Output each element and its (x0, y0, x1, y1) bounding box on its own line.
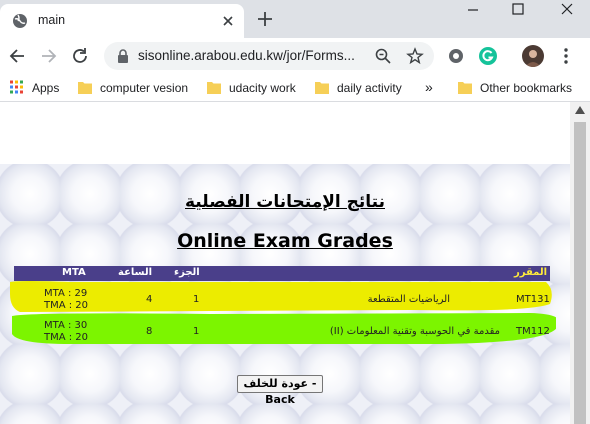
course-name-cell: مقدمة في الحوسبة وتقنية المعلومات (II) (329, 326, 500, 337)
forward-arrow-icon[interactable] (38, 46, 58, 66)
grammarly-icon[interactable] (478, 46, 498, 66)
globe-icon (13, 14, 27, 28)
bookmark-star-icon[interactable] (406, 47, 424, 65)
extension-icon[interactable] (446, 46, 466, 66)
bookmark-label: Other bookmarks (480, 81, 573, 95)
close-window-icon[interactable] (544, 0, 590, 30)
folder-icon (458, 82, 472, 94)
back-button[interactable]: عودة للخلف - Back (237, 375, 323, 406)
maximize-icon[interactable] (496, 0, 542, 30)
folder-icon (78, 82, 92, 94)
hours-cell: 8 (146, 326, 153, 337)
header-hours: الساعة (118, 267, 153, 278)
bookmark-apps[interactable]: Apps (10, 79, 70, 97)
course-code-cell: TM112 (516, 326, 550, 337)
page-title-english: Online Exam Grades (177, 230, 393, 252)
header-mta: MTA (62, 267, 86, 278)
bookmarks-overflow-button[interactable]: » (425, 79, 439, 97)
bookmark-label: Apps (32, 81, 60, 95)
minimize-icon[interactable] (450, 0, 496, 30)
apps-grid-icon (10, 80, 23, 94)
header-course: المقرر (514, 267, 548, 278)
bookmark-other-bookmarks[interactable]: Other bookmarks (458, 79, 578, 97)
table-row: MTA : 29 TMA : 20 4 1 الرياضيات المتقطعة… (14, 286, 550, 316)
new-tab-icon[interactable] (256, 10, 274, 28)
header-part: الجزء (174, 267, 200, 278)
folder-icon (315, 82, 329, 94)
back-arrow-icon[interactable] (8, 46, 28, 66)
page-content: نتائج الإمتحانات الفصلية Online Exam Gra… (0, 102, 570, 424)
tma-score: TMA : 20 (44, 332, 89, 343)
bookmark-daily-activity[interactable]: daily activity (315, 79, 415, 97)
browser-toolbar: sisonline.arabou.edu.kw/jor/Forms... (0, 38, 590, 74)
part-cell: 1 (193, 294, 200, 305)
reload-icon[interactable] (70, 46, 90, 66)
more-menu-icon[interactable] (556, 46, 576, 66)
scrollbar-thumb[interactable] (574, 122, 586, 424)
tab-title: main (38, 13, 66, 27)
avatar-icon (525, 50, 541, 67)
close-tab-icon[interactable] (220, 13, 236, 29)
tma-score: TMA : 20 (44, 300, 89, 311)
profile-avatar[interactable] (522, 45, 544, 67)
bookmark-label: daily activity (337, 81, 402, 95)
page-title-arabic: نتائج الإمتحانات الفصلية (185, 192, 385, 212)
tab-strip: main (0, 0, 590, 38)
course-name-cell: الرياضيات المتقطعة (367, 294, 450, 305)
chevron-double-icon: » (425, 79, 433, 95)
zoom-icon[interactable] (374, 47, 392, 65)
browser-tab[interactable]: main (0, 4, 244, 38)
course-code-cell: MT131 (516, 294, 550, 305)
bookmark-label: udacity work (229, 81, 296, 95)
bookmark-label: computer vesion (100, 81, 189, 95)
scroll-up-arrow-icon[interactable] (575, 106, 585, 114)
part-cell: 1 (193, 326, 200, 337)
mta-score: MTA : 29 (44, 288, 88, 299)
hours-cell: 4 (146, 294, 153, 305)
bookmarks-bar: Apps computer vesion udacity work daily … (0, 74, 590, 102)
page-scrollbar[interactable] (570, 102, 590, 424)
mta-score: MTA : 30 (44, 320, 88, 331)
folder-icon (207, 82, 221, 94)
lock-icon[interactable] (116, 48, 130, 64)
bookmark-computer-vesion[interactable]: computer vesion (78, 79, 196, 97)
address-bar[interactable]: sisonline.arabou.edu.kw/jor/Forms... (104, 42, 434, 70)
table-header-row: MTA الساعة الجزء المقرر (14, 266, 550, 281)
bookmark-udacity-work[interactable]: udacity work (207, 79, 303, 97)
url-text[interactable]: sisonline.arabou.edu.kw/jor/Forms... (138, 48, 355, 63)
table-row: MTA : 30 TMA : 20 8 1 مقدمة في الحوسبة و… (14, 318, 550, 348)
